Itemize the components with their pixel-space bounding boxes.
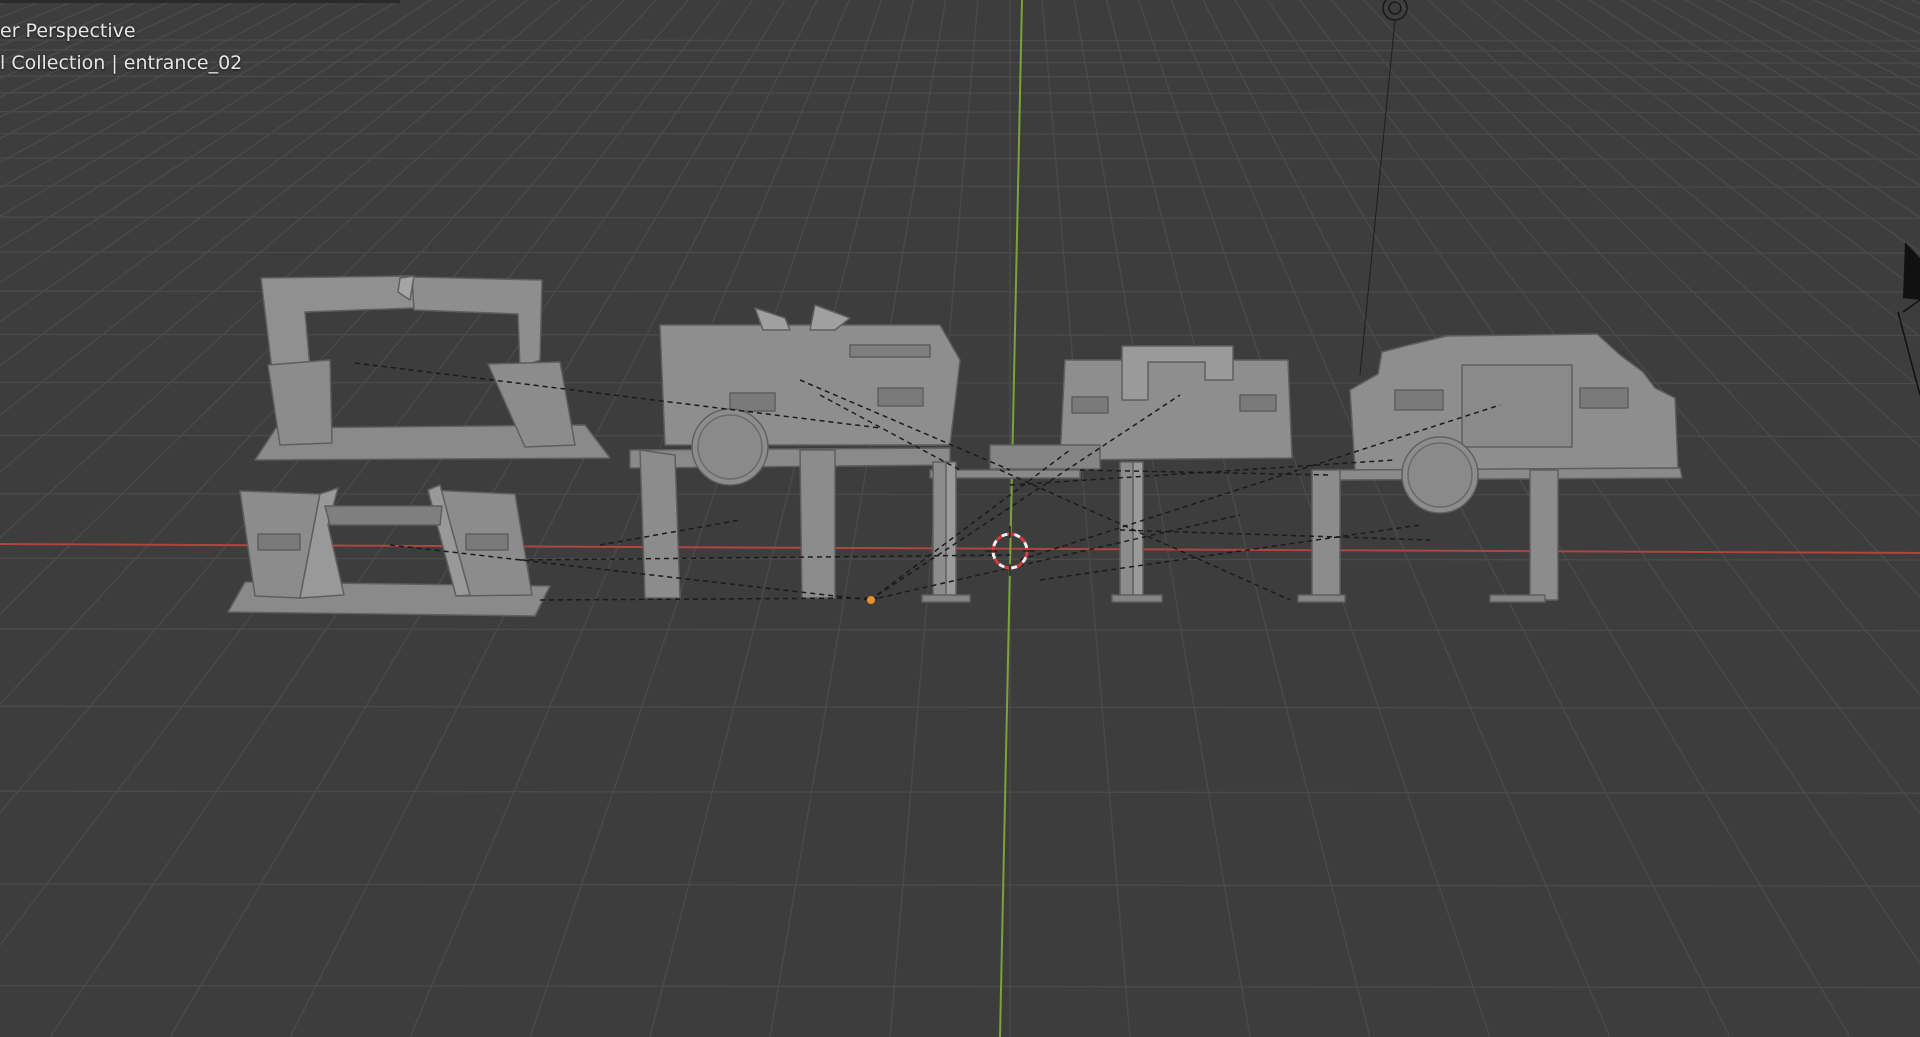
collection-object-label: l Collection | entrance_02	[0, 52, 243, 74]
view-name-label: er Perspective	[0, 20, 136, 42]
header-edge	[0, 0, 400, 3]
grid-line	[0, 49, 1920, 52]
viewport-scene[interactable]	[0, 0, 1920, 1037]
3d-viewport[interactable]: er Perspective l Collection | entrance_0…	[0, 0, 1920, 1037]
grid-line	[0, 61, 1920, 64]
object-origin-point[interactable]	[867, 596, 875, 604]
grid-line	[0, 39, 1920, 42]
